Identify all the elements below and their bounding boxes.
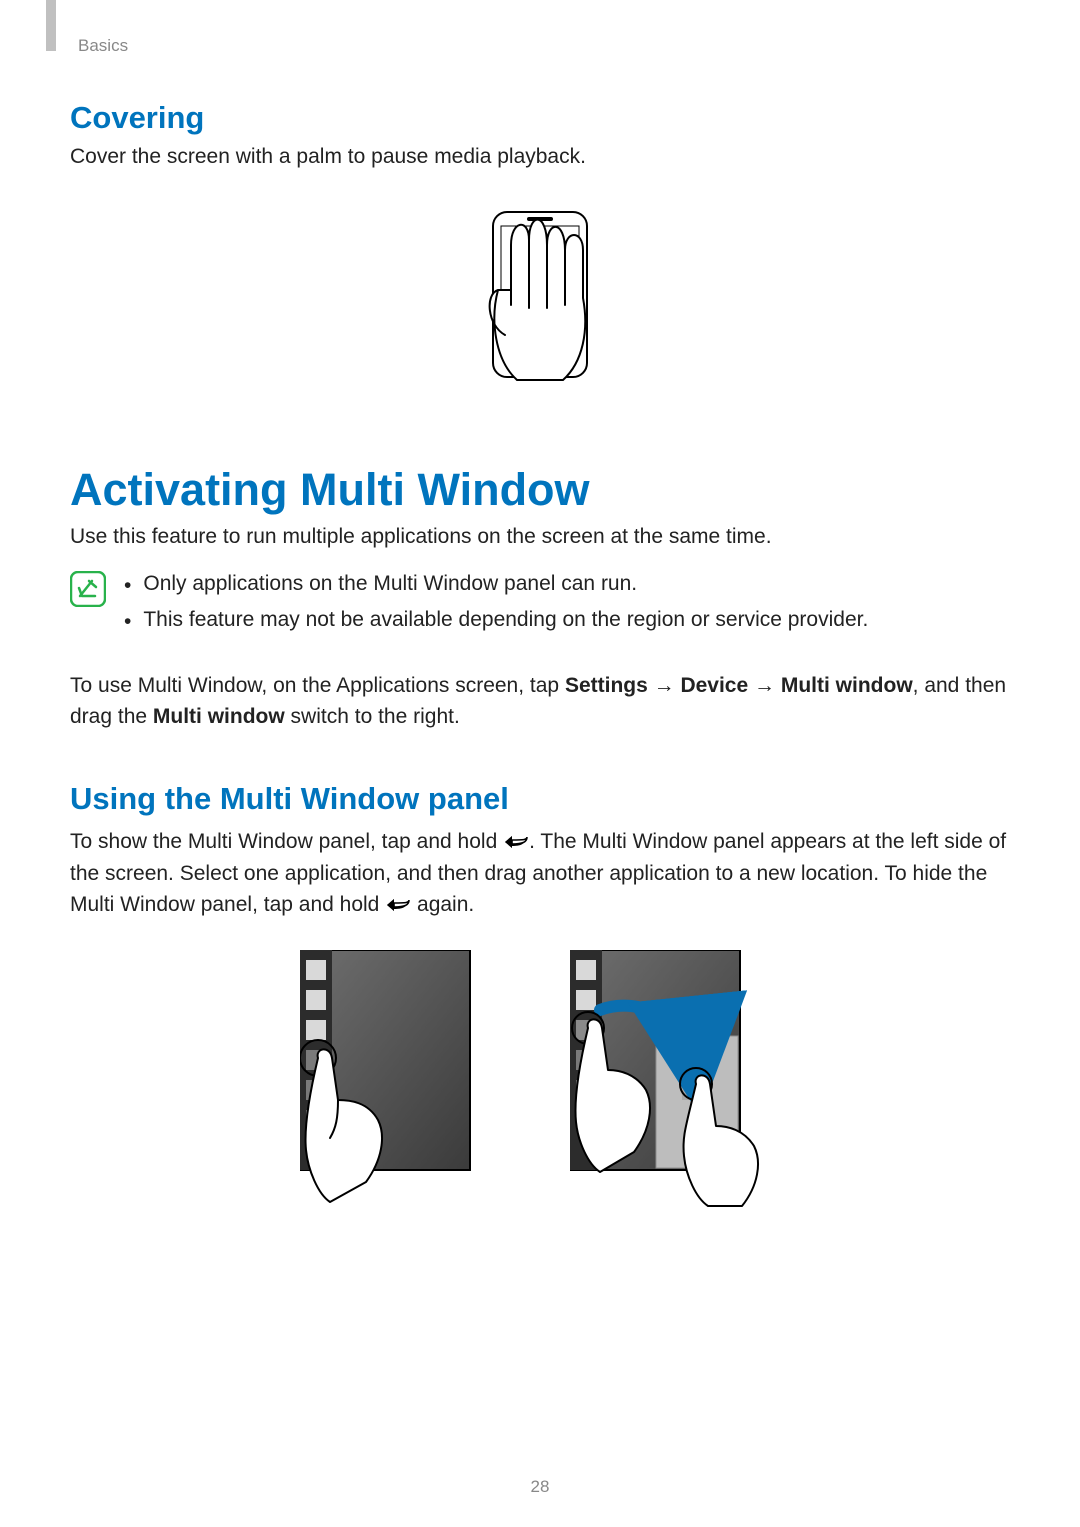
section-title-multi-window: Activating Multi Window: [70, 464, 1010, 516]
note-icon: [70, 571, 106, 607]
covering-text: Cover the screen with a palm to pause me…: [70, 142, 1010, 172]
bullet-dot: •: [124, 569, 131, 601]
note-item: • This feature may not be available depe…: [124, 605, 1010, 637]
note-item-text: This feature may not be available depend…: [143, 605, 868, 635]
bullet-dot: •: [124, 605, 131, 637]
chapter-tab: [46, 0, 56, 51]
back-icon: [503, 829, 529, 859]
note-list: • Only applications on the Multi Window …: [124, 569, 1010, 642]
page-number: 28: [0, 1477, 1080, 1497]
illustration-covering-palm: [465, 190, 615, 400]
section-title-panel: Using the Multi Window panel: [70, 781, 1010, 817]
section-title-covering: Covering: [70, 100, 1010, 136]
illustration-panel-select: [300, 950, 500, 1210]
multi-window-instructions: To use Multi Window, on the Applications…: [70, 670, 1010, 733]
back-icon: [385, 892, 411, 922]
chapter-label: Basics: [78, 36, 128, 56]
panel-text: To show the Multi Window panel, tap and …: [70, 827, 1010, 922]
note-item-text: Only applications on the Multi Window pa…: [143, 569, 637, 599]
note-item: • Only applications on the Multi Window …: [124, 569, 1010, 601]
illustration-panel-drag: [570, 950, 780, 1210]
multi-window-intro: Use this feature to run multiple applica…: [70, 522, 1010, 552]
